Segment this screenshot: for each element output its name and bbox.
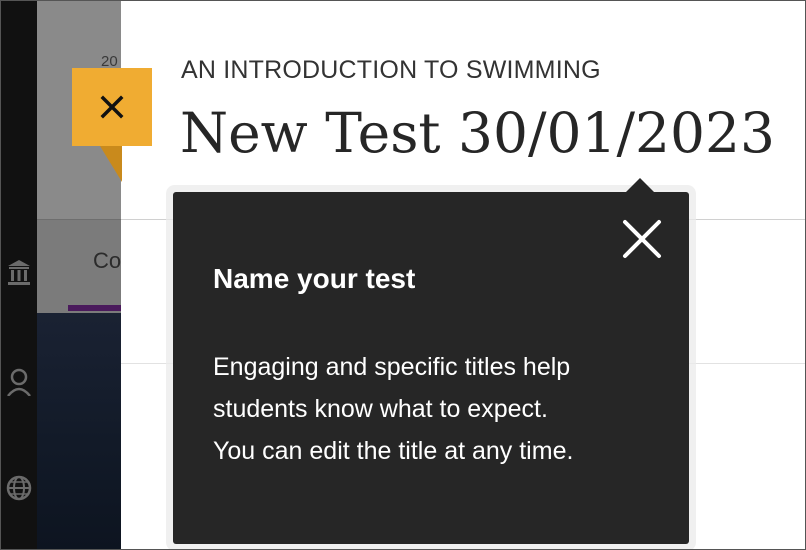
institution-icon[interactable]	[6, 257, 32, 287]
tooltip-body-line: You can edit the title at any time.	[213, 437, 574, 465]
global-nav	[1, 1, 37, 549]
course-tab-label[interactable]: Co	[93, 248, 121, 274]
course-banner-image	[37, 313, 121, 549]
close-icon	[100, 95, 124, 119]
tooltip-body-line: Engaging and specific titles help	[213, 353, 571, 381]
course-name: AN INTRODUCTION TO SWIMMING	[181, 56, 601, 84]
close-panel-button[interactable]	[72, 68, 152, 146]
close-panel-fold	[100, 146, 122, 182]
close-icon	[623, 220, 661, 258]
globe-icon[interactable]	[6, 473, 32, 503]
tooltip-close-button[interactable]	[618, 215, 666, 263]
tooltip-body: Engaging and specific titles help studen…	[213, 346, 673, 472]
tooltip-body-line: students know what to expect.	[213, 395, 548, 423]
user-icon[interactable]	[6, 366, 32, 396]
tooltip-arrow	[622, 178, 658, 196]
course-tab-active-indicator	[68, 305, 121, 311]
app-window: 20 Co AN INTRODUCTION TO SWIMMING New Te…	[0, 0, 806, 550]
tooltip-heading: Name your test	[213, 263, 416, 294]
test-title[interactable]: New Test 30/01/2023	[180, 101, 775, 165]
